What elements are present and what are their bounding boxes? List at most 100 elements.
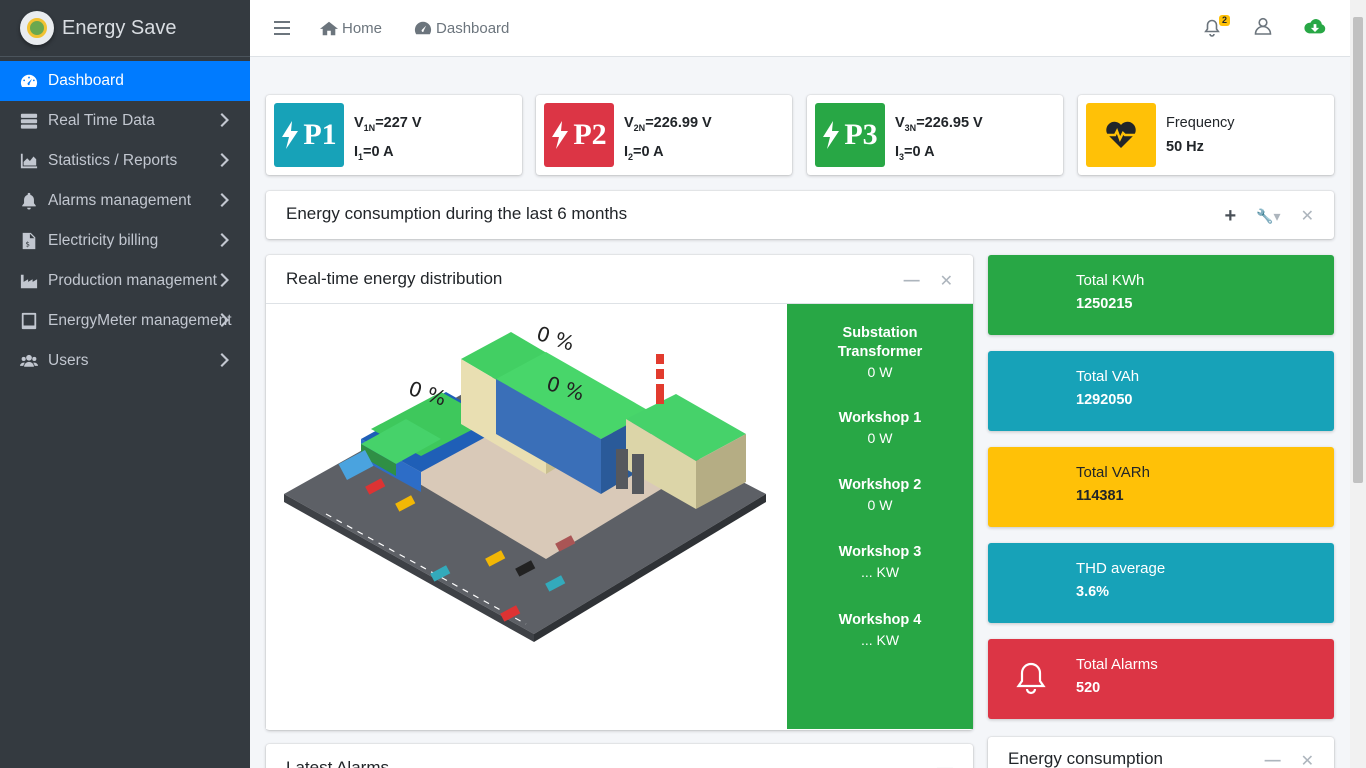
collapse-minus-icon[interactable]: —	[937, 760, 953, 768]
sidebar-item-label: Users	[48, 352, 89, 369]
frequency-badge	[1086, 103, 1156, 167]
card-title: Latest Alarms	[286, 758, 389, 768]
total-vah-box: Total VAh 1292050	[988, 351, 1334, 431]
svg-text:$: $	[25, 239, 30, 248]
frequency-values: Frequency 50 Hz	[1166, 111, 1235, 159]
sidebar-item-label: Real Time Data	[48, 112, 155, 129]
phase-label: P3	[844, 118, 878, 151]
card-title: Energy consumption	[1008, 749, 1163, 768]
sidebar-item-statistics-reports[interactable]: Statistics / Reports	[0, 141, 250, 181]
frequency-box: Frequency 50 Hz	[1078, 95, 1334, 175]
chevron-right-icon	[220, 193, 234, 209]
tachometer-icon	[18, 72, 40, 90]
frequency-label: Frequency	[1166, 115, 1235, 131]
phase-p1-box: P1 V1N=227 V I1=0 A	[266, 95, 522, 175]
sidebar-item-real-time-data[interactable]: Real Time Data	[0, 101, 250, 141]
factory-image: 0 % 0 % 0 %	[284, 321, 766, 642]
sidebar-item-production-management[interactable]: Production management	[0, 261, 250, 301]
chevron-right-icon	[220, 113, 234, 129]
close-icon[interactable]: ✕	[1301, 751, 1314, 768]
chevron-right-icon	[220, 313, 234, 329]
chevron-right-icon	[220, 153, 234, 169]
stat-value: 1292050	[1076, 392, 1133, 408]
server-icon	[18, 112, 40, 130]
distribution-item-name: Workshop 1	[838, 410, 922, 426]
voltage-symbol: V	[624, 115, 634, 131]
area-chart-icon	[18, 152, 40, 170]
top-navbar: Home Dashboard 2	[250, 0, 1350, 57]
bell-icon	[18, 192, 40, 210]
card-title: Real-time energy distribution	[286, 269, 503, 288]
voltage-value: =226.99 V	[645, 115, 712, 131]
scrollbar-thumb[interactable]	[1353, 17, 1363, 483]
sidebar-item-label: Statistics / Reports	[48, 152, 178, 169]
sidebar-item-label: Dashboard	[48, 72, 124, 89]
stat-value: 1250215	[1076, 296, 1133, 312]
factory-illustration: 0 % 0 % 0 %	[266, 304, 787, 729]
sidebar-item-energymeter-management[interactable]: EnergyMeter management	[0, 301, 250, 341]
sidebar-item-electricity-billing[interactable]: $ Electricity billing	[0, 221, 250, 261]
download-button[interactable]	[1304, 17, 1326, 40]
nav-dashboard-link[interactable]: Dashboard	[414, 20, 509, 37]
distribution-values-panel: Substation Transformer 0 W Workshop 1 0 …	[787, 304, 973, 729]
close-icon[interactable]: ✕	[1301, 206, 1314, 226]
card-tools: + 🔧▾ ✕	[1204, 206, 1314, 226]
users-icon	[18, 352, 40, 370]
energy-consumption-card: Energy consumption — ✕	[988, 737, 1334, 768]
card-tools: —	[917, 760, 953, 768]
brand[interactable]: Energy Save	[0, 0, 250, 57]
voltage-value: =226.95 V	[916, 115, 983, 131]
wrench-dropdown-icon[interactable]: 🔧▾	[1256, 208, 1280, 225]
total-varh-box: Total VARh 114381	[988, 447, 1334, 527]
sidebar-item-users[interactable]: Users	[0, 341, 250, 381]
bell-icon	[1016, 661, 1048, 697]
distribution-item-value: 0 W	[867, 497, 893, 513]
stat-value: 520	[1076, 680, 1101, 696]
notification-count-badge: 2	[1218, 14, 1230, 26]
current-value: =0 A	[904, 143, 935, 160]
stat-value: 114381	[1076, 488, 1124, 504]
stat-label: Total KWh	[1076, 272, 1145, 289]
distribution-item-name: Workshop 3	[838, 544, 922, 560]
voltage-subscript: 1N	[363, 122, 376, 133]
collapse-minus-icon[interactable]: —	[904, 272, 920, 290]
user-menu-button[interactable]	[1254, 17, 1272, 40]
distribution-item-name: Substation Transformer	[837, 325, 923, 360]
current-value: =0 A	[633, 143, 664, 160]
thd-average-box: THD average 3.6%	[988, 543, 1334, 623]
phase-label: P1	[303, 118, 337, 151]
cloud-download-icon	[1304, 19, 1326, 34]
close-icon[interactable]: ✕	[940, 271, 953, 291]
total-kwh-box: Total KWh 1250215	[988, 255, 1334, 335]
bell-icon	[1204, 19, 1220, 37]
sidebar-item-label: EnergyMeter management	[48, 312, 232, 329]
phase-p1-values: V1N=227 V I1=0 A	[354, 111, 422, 169]
sidebar-item-alarms-management[interactable]: Alarms management	[0, 181, 250, 221]
menu-toggle-icon[interactable]	[274, 21, 290, 35]
phase-p3-values: V3N=226.95 V I3=0 A	[895, 111, 983, 169]
nav-dashboard-label: Dashboard	[436, 19, 510, 37]
distribution-item: Workshop 1 0 W	[787, 409, 973, 448]
expand-plus-icon[interactable]: +	[1224, 206, 1236, 226]
tachometer-icon	[414, 21, 432, 35]
chevron-right-icon	[220, 273, 234, 289]
distribution-item: Substation Transformer 0 W	[787, 324, 973, 382]
distribution-body: 0 % 0 % 0 % Substation Transformer 0 W W…	[266, 303, 973, 730]
stat-label: Total VARh	[1076, 464, 1150, 481]
bolt-icon	[282, 121, 299, 149]
distribution-item-value: 0 W	[867, 430, 893, 446]
invoice-icon: $	[18, 232, 40, 250]
nav-home-link[interactable]: Home	[320, 20, 382, 37]
phase-p3-box: P3 V3N=226.95 V I3=0 A	[807, 95, 1063, 175]
nav-home-label: Home	[342, 19, 383, 37]
navbar-right: 2	[1204, 0, 1350, 57]
collapse-minus-icon[interactable]: —	[1265, 752, 1281, 768]
voltage-subscript: 3N	[904, 122, 917, 133]
phase-p2-values: V2N=226.99 V I2=0 A	[624, 111, 712, 169]
vertical-scrollbar[interactable]	[1350, 0, 1366, 768]
sidebar-item-dashboard[interactable]: Dashboard	[0, 61, 250, 101]
phase-p1-badge: P1	[274, 103, 344, 167]
notifications-button[interactable]: 2	[1204, 14, 1230, 39]
home-icon	[320, 21, 338, 36]
distribution-item-value: ... KW	[860, 564, 900, 580]
